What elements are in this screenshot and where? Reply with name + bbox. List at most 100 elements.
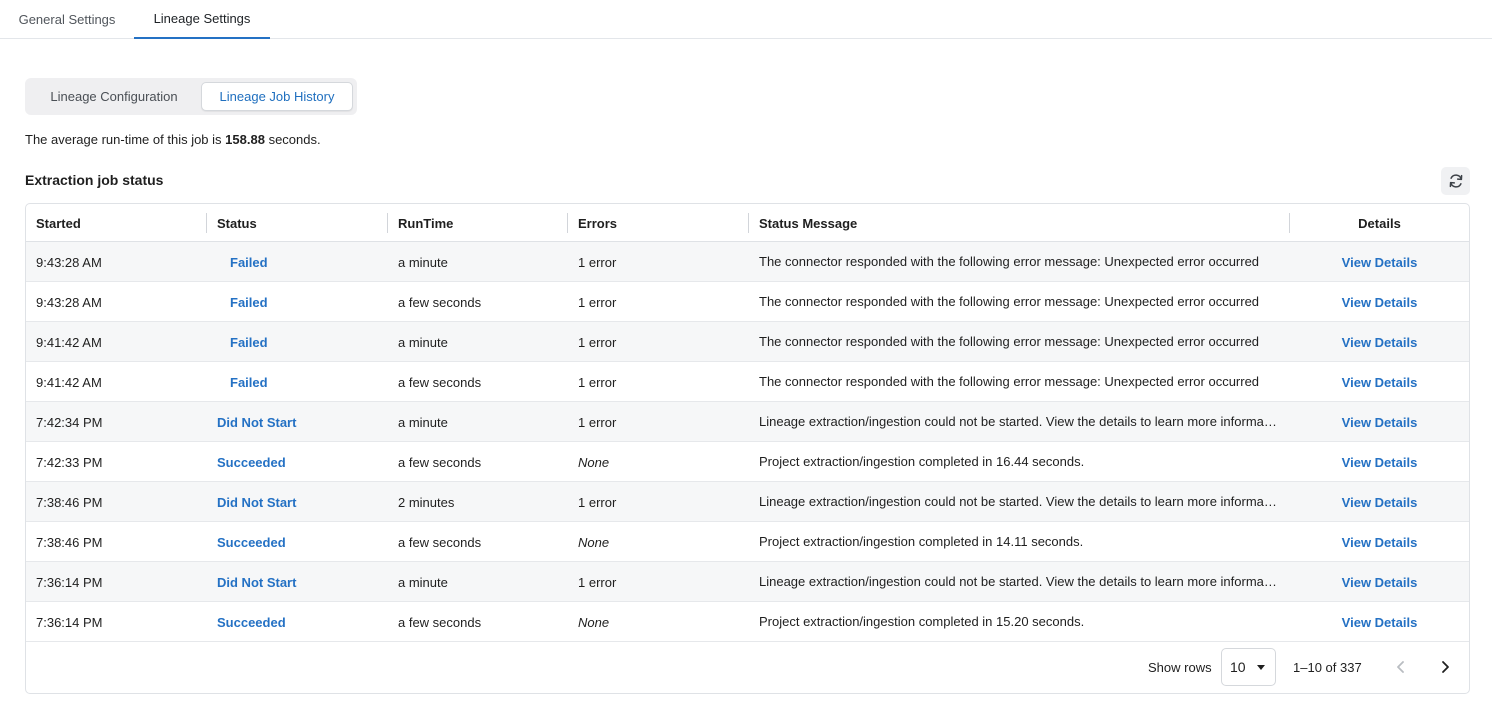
cell-status-message: Project extraction/ingestion completed i…: [759, 534, 1084, 549]
average-suffix: seconds.: [268, 132, 321, 147]
cell-started: 7:36:14 PM: [36, 614, 103, 630]
cell-runtime: a few seconds: [398, 454, 482, 470]
cell-started: 9:41:42 AM: [36, 374, 102, 390]
cell-status-message: The connector responded with the followi…: [759, 294, 1260, 309]
refresh-button[interactable]: [1441, 167, 1470, 195]
section-title: Extraction job status: [25, 172, 164, 188]
table-row: 7:36:14 PM Succeeded a few seconds None Proj…: [26, 602, 1469, 642]
cell-status[interactable]: Failed: [207, 282, 388, 322]
rows-per-page-value: 10: [1230, 659, 1246, 675]
column-header-started[interactable]: Started: [26, 204, 207, 242]
cell-status[interactable]: Did Not Start: [207, 562, 388, 602]
cell-details: View Details: [1290, 562, 1469, 602]
chevron-left-icon: [1397, 661, 1404, 673]
cell-runtime: a few seconds: [398, 294, 482, 310]
view-details-link[interactable]: View Details: [1342, 615, 1418, 630]
table-row: 7:38:46 PM Succeeded a few seconds None Proj…: [26, 522, 1469, 562]
cell-status[interactable]: Succeeded: [207, 442, 388, 482]
cell-errors: 1 error: [578, 414, 617, 430]
lineage-segmented-control: Lineage Configuration Lineage Job Histor…: [25, 78, 357, 115]
column-header-errors[interactable]: Errors: [568, 204, 749, 242]
chevron-right-icon: [1442, 661, 1449, 673]
table-footer: Show rows 10 1–10 of 337: [26, 641, 1469, 693]
view-details-link[interactable]: View Details: [1342, 335, 1418, 350]
cell-status-message: Project extraction/ingestion completed i…: [759, 454, 1085, 469]
cell-started: 7:42:33 PM: [36, 454, 103, 470]
cell-started: 9:41:42 AM: [36, 334, 102, 350]
cell-details: View Details: [1290, 402, 1469, 442]
view-details-link[interactable]: View Details: [1342, 455, 1418, 470]
cell-status[interactable]: Did Not Start: [207, 402, 388, 442]
cell-started: 9:43:28 AM: [36, 294, 102, 310]
cell-status-message: The connector responded with the followi…: [759, 254, 1260, 269]
cell-runtime: a minute: [398, 574, 448, 590]
table-row: 9:41:42 AM Failed a few seconds 1 error The …: [26, 362, 1469, 402]
job-history-table: Started Status RunTime Errors Status Mes…: [25, 203, 1470, 694]
tab-general-settings[interactable]: General Settings: [0, 0, 134, 39]
cell-runtime: 2 minutes: [398, 494, 455, 510]
cell-status[interactable]: Did Not Start: [207, 482, 388, 522]
cell-errors: 1 error: [578, 494, 617, 510]
cell-started: 7:36:14 PM: [36, 574, 103, 590]
view-details-link[interactable]: View Details: [1342, 375, 1418, 390]
table-row: 9:43:28 AM Failed a few seconds 1 error The …: [26, 282, 1469, 322]
cell-status-message: Project extraction/ingestion completed i…: [759, 614, 1085, 629]
cell-status[interactable]: Failed: [207, 242, 388, 282]
cell-runtime: a minute: [398, 254, 448, 270]
cell-runtime: a few seconds: [398, 614, 482, 630]
view-details-link[interactable]: View Details: [1342, 535, 1418, 550]
tab-lineage-settings[interactable]: Lineage Settings: [134, 0, 270, 39]
cell-errors: 1 error: [578, 294, 617, 310]
view-details-link[interactable]: View Details: [1342, 295, 1418, 310]
cell-errors: 1 error: [578, 574, 617, 590]
cell-details: View Details: [1290, 522, 1469, 562]
cell-errors: None: [578, 614, 610, 630]
view-details-link[interactable]: View Details: [1342, 575, 1418, 590]
cell-errors: None: [578, 454, 610, 470]
cell-errors: 1 error: [578, 254, 617, 270]
column-header-status-message[interactable]: Status Message: [749, 204, 1290, 242]
cell-details: View Details: [1290, 242, 1469, 282]
table-row: 9:43:28 AM Failed a minute 1 error The conne…: [26, 242, 1469, 282]
cell-status[interactable]: Succeeded: [207, 522, 388, 562]
average-value: 158.88: [225, 132, 265, 147]
cell-runtime: a minute: [398, 414, 448, 430]
next-page-button[interactable]: [1432, 654, 1458, 680]
previous-page-button[interactable]: [1388, 654, 1414, 680]
cell-status-message: Lineage extraction/ingestion could not b…: [759, 414, 1279, 429]
column-header-runtime[interactable]: RunTime: [388, 204, 568, 242]
cell-started: 7:42:34 PM: [36, 414, 103, 430]
cell-started: 7:38:46 PM: [36, 494, 103, 510]
cell-details: View Details: [1290, 282, 1469, 322]
view-details-link[interactable]: View Details: [1342, 495, 1418, 510]
rows-per-page-select[interactable]: 10: [1221, 648, 1276, 686]
table-row: 7:38:46 PM Did Not Start 2 minutes 1 error L…: [26, 482, 1469, 522]
cell-status[interactable]: Failed: [207, 362, 388, 402]
view-details-link[interactable]: View Details: [1342, 255, 1418, 270]
table-row: 9:41:42 AM Failed a minute 1 error The conne…: [26, 322, 1469, 362]
cell-started: 7:38:46 PM: [36, 534, 103, 550]
table-row: 7:36:14 PM Did Not Start a minute 1 error Li…: [26, 562, 1469, 602]
column-header-details: Details: [1358, 215, 1401, 231]
cell-status[interactable]: Succeeded: [207, 602, 388, 642]
segment-lineage-job-history[interactable]: Lineage Job History: [201, 82, 353, 111]
cell-errors: 1 error: [578, 374, 617, 390]
cell-details: View Details: [1290, 362, 1469, 402]
column-header-status[interactable]: Status: [207, 204, 388, 242]
table-row: 7:42:34 PM Did Not Start a minute 1 error Li…: [26, 402, 1469, 442]
view-details-link[interactable]: View Details: [1342, 415, 1418, 430]
cell-details: View Details: [1290, 322, 1469, 362]
table-header: Started Status RunTime Errors Status Mes…: [26, 204, 1469, 242]
cell-status-message: Lineage extraction/ingestion could not b…: [759, 574, 1279, 589]
cell-details: View Details: [1290, 442, 1469, 482]
cell-errors: None: [578, 534, 610, 550]
segment-lineage-configuration[interactable]: Lineage Configuration: [29, 82, 199, 111]
cell-runtime: a minute: [398, 334, 448, 350]
average-runtime-text: The average run-time of this job is 158.…: [25, 132, 321, 147]
cell-status[interactable]: Failed: [207, 322, 388, 362]
caret-down-icon: [1257, 665, 1265, 670]
table-row: 7:42:33 PM Succeeded a few seconds None Proj…: [26, 442, 1469, 482]
cell-runtime: a few seconds: [398, 374, 482, 390]
cell-started: 9:43:28 AM: [36, 254, 102, 270]
cell-details: View Details: [1290, 482, 1469, 522]
